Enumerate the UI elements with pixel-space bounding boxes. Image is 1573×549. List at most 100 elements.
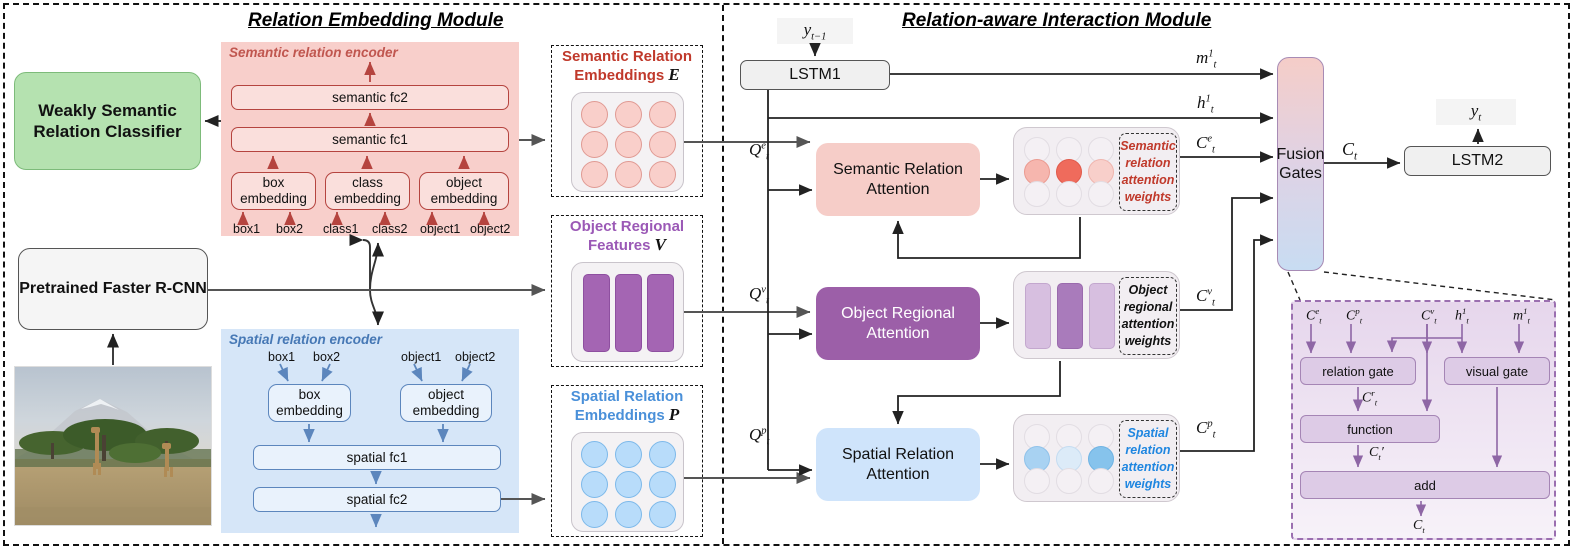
architecture-diagram: Relation Embedding Module Relation-aware… [0, 0, 1573, 549]
embedding-dot [581, 161, 608, 188]
add-box[interactable]: add [1300, 471, 1550, 499]
spatial-embeddings-line1: Spatial Relation [570, 388, 684, 405]
function-box[interactable]: function [1300, 415, 1440, 443]
spatial-input-box2: box2 [313, 350, 341, 364]
spatial-embeddings-title: Spatial Relation Embeddings P [553, 388, 701, 425]
left-module-title: Relation Embedding Module [248, 10, 504, 31]
semantic-relation-attention[interactable]: Semantic Relation Attention [816, 143, 980, 216]
embedding-dot [649, 161, 676, 188]
relation-gate-box[interactable]: relation gate [1300, 357, 1416, 385]
module-divider [722, 5, 724, 544]
embedding-dot [581, 441, 608, 468]
spatial-relation-attention[interactable]: Spatial Relation Attention [816, 428, 980, 501]
weight-bar [1025, 283, 1051, 349]
gate-mid-cprime-label: Ct′ [1369, 445, 1384, 462]
query-semantic-label: Qet [749, 140, 769, 163]
context-semantic-label: Cet [1196, 133, 1215, 156]
object-attention-weights-card: Object regional attention weights [1013, 271, 1180, 359]
lstm1-box[interactable]: LSTM1 [740, 60, 890, 90]
semantic-embeddings-title: Semantic Relation Embeddings E [553, 48, 701, 85]
embedding-dot [649, 501, 676, 528]
wlabel-line: Semantic [1120, 139, 1176, 154]
semantic-embeddings-symbol: E [668, 65, 680, 85]
wlabel-line: weights [1124, 476, 1172, 491]
semantic-input-box1: box1 [233, 222, 261, 236]
wlabel-line: Spatial [1127, 426, 1169, 441]
fused-context-label: Ct [1342, 139, 1358, 163]
semantic-input-object2: object2 [470, 222, 511, 236]
embedding-dot [615, 471, 642, 498]
spatial-embeddings-tile [571, 432, 684, 532]
spatial-embeddings-line2: Embeddings [574, 407, 665, 425]
weight-dot [1024, 468, 1050, 494]
embedding-dot [581, 501, 608, 528]
fusion-gates-block[interactable]: Fusion Gates [1276, 57, 1325, 271]
wlabel-line: relation [1125, 156, 1171, 171]
semantic-embeddings-tile [571, 92, 684, 192]
semantic-fc1-box[interactable]: semantic fc1 [231, 127, 509, 152]
memory-state-label: m1t [1196, 48, 1217, 71]
embedding-dot [615, 441, 642, 468]
object-features-line2: Features [587, 237, 651, 255]
semantic-input-object1: object1 [420, 222, 461, 236]
embedding-dot [615, 161, 642, 188]
embedding-dot [615, 131, 642, 158]
savanna-photo [15, 367, 211, 525]
semantic-class-embedding[interactable]: class embedding [325, 172, 410, 210]
gate-input-cp: Cpt [1346, 306, 1363, 326]
gate-output-label: Ct [1413, 518, 1425, 535]
input-image-thumbnail [14, 366, 212, 526]
context-object-label: Cvt [1196, 286, 1215, 309]
hidden-state-label: h1t [1197, 93, 1214, 116]
spatial-object-embedding[interactable]: object embedding [400, 384, 492, 422]
gate-mid-cr-label: Crt [1362, 388, 1378, 408]
spatial-attention-weights-card: Spatial relation attention weights [1013, 414, 1180, 502]
embedding-dot [649, 471, 676, 498]
wlabel-line: regional [1123, 300, 1173, 315]
wlabel-line: attention [1121, 173, 1175, 187]
spatial-weights-label: Spatial relation attention weights [1119, 420, 1177, 498]
feature-bar [647, 274, 674, 352]
weight-bar-peak [1057, 283, 1083, 349]
embedding-dot [615, 501, 642, 528]
embedding-dot [649, 441, 676, 468]
weight-dot [1088, 468, 1114, 494]
weight-dot [1056, 468, 1082, 494]
semantic-box-embedding[interactable]: box embedding [231, 172, 316, 210]
object-features-title: Object Regional Features V [553, 218, 701, 255]
semantic-fc2-box[interactable]: semantic fc2 [231, 85, 509, 110]
object-regional-attention[interactable]: Object Regional Attention [816, 287, 980, 360]
object-features-symbol: V [654, 235, 667, 255]
prev-word-input: yt−1 [777, 18, 853, 44]
embedding-dot [649, 131, 676, 158]
embedding-dot [581, 471, 608, 498]
wlabel-line: attention [1121, 317, 1175, 331]
spatial-embeddings-symbol: P [668, 405, 680, 425]
semantic-object-embedding[interactable]: object embedding [419, 172, 509, 210]
right-module-title: Relation-aware Interaction Module [902, 10, 1212, 31]
embedding-dot [615, 101, 642, 128]
wlabel-line: relation [1125, 443, 1171, 458]
pretrained-faster-rcnn[interactable]: Pretrained Faster R-CNN [18, 248, 208, 330]
gate-input-cv: Cvt [1421, 306, 1437, 326]
object-weights-label: Object regional attention weights [1119, 277, 1177, 355]
embedding-dot [581, 131, 608, 158]
weakly-semantic-relation-classifier[interactable]: Weakly Semantic Relation Classifier [14, 72, 201, 170]
context-spatial-label: Cpt [1196, 418, 1216, 441]
semantic-input-class2: class2 [372, 222, 408, 236]
output-word: yt [1436, 99, 1516, 125]
embedding-dot [581, 101, 608, 128]
visual-gate-box[interactable]: visual gate [1444, 357, 1550, 385]
spatial-box-embedding[interactable]: box embedding [268, 384, 351, 422]
query-object-label: Qvt [749, 284, 769, 307]
lstm2-box[interactable]: LSTM2 [1404, 146, 1551, 176]
spatial-fc1-box[interactable]: spatial fc1 [253, 445, 501, 470]
semantic-embeddings-line2: Embeddings [574, 67, 665, 85]
object-features-line1: Object Regional [569, 218, 685, 235]
weight-dot [1024, 181, 1050, 207]
semantic-encoder-title: Semantic relation encoder [229, 45, 398, 60]
gate-input-ce: Cet [1306, 306, 1322, 326]
query-spatial-label: Qpt [749, 425, 770, 448]
spatial-fc2-box[interactable]: spatial fc2 [253, 487, 501, 512]
wlabel-line: weights [1124, 189, 1172, 204]
